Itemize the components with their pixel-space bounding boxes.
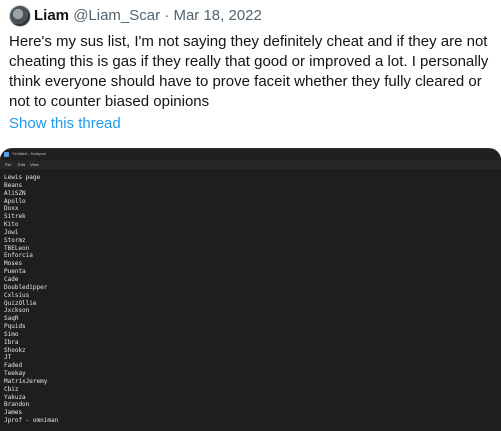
tweet-text: Here's my sus list, I'm not saying they … xyxy=(9,33,489,110)
list-line: Jprof - omniman xyxy=(4,417,59,425)
list-line: Lewis page xyxy=(4,174,41,181)
list-line: Kito xyxy=(4,221,19,229)
list-line: James xyxy=(4,409,23,417)
list-line: Jowi xyxy=(4,228,19,236)
display-name[interactable]: Liam xyxy=(34,7,69,24)
handle[interactable]: @Liam_Scar xyxy=(73,7,160,24)
notepad-window-title: *Untitled - Notepad xyxy=(12,151,46,156)
show-thread-link[interactable]: Show this thread xyxy=(9,115,121,132)
list-line: AliSZN xyxy=(4,189,26,197)
list-line: Teekay xyxy=(4,370,26,378)
list-line: Moses xyxy=(4,260,23,268)
list-line: Stormz xyxy=(4,236,26,244)
list-line: JT xyxy=(4,354,12,362)
list-line: Jxckson xyxy=(4,307,30,315)
separator: · xyxy=(164,7,170,24)
tweet-media-image[interactable]: *Untitled - Notepad File Edit View Lewis… xyxy=(0,148,501,431)
list-line: Enforcia xyxy=(4,252,33,260)
list-line: Doubledipper xyxy=(4,283,48,291)
list-line: Yakuza xyxy=(4,393,26,401)
notepad-text-area[interactable]: Lewis page Beans AliSZN Apollo Doxx Sitr… xyxy=(4,174,58,425)
avatar[interactable] xyxy=(9,5,31,27)
list-line: Sitrek xyxy=(4,213,26,221)
list-line: Brandon xyxy=(4,401,30,409)
list-line: Shookz xyxy=(4,346,26,354)
list-line: Cxlsius xyxy=(4,291,30,299)
list-line: TBELeon xyxy=(4,244,30,252)
notepad-icon xyxy=(4,152,9,157)
list-line: Faded xyxy=(4,362,23,370)
notepad-titlebar: *Untitled - Notepad xyxy=(0,149,501,159)
list-line: Beans xyxy=(4,181,23,189)
list-line: Cade xyxy=(4,275,19,283)
tweet: Liam @Liam_Scar · Mar 18, 2022 Here's my… xyxy=(0,0,501,431)
notepad-menubar xyxy=(0,160,501,169)
tweet-date[interactable]: Mar 18, 2022 xyxy=(173,7,261,24)
list-line: Simo xyxy=(4,330,19,338)
tweet-header: Liam @Liam_Scar · Mar 18, 2022 xyxy=(34,7,262,25)
list-line: Doxx xyxy=(4,205,19,213)
list-line: SaqR xyxy=(4,315,19,323)
list-line: Puenta xyxy=(4,268,26,276)
list-line: Pquids xyxy=(4,323,26,331)
menu-edit[interactable]: Edit xyxy=(18,162,25,167)
list-line: Cbiz xyxy=(4,385,19,393)
list-line: Apollo xyxy=(4,197,26,205)
menu-file[interactable]: File xyxy=(5,162,11,167)
list-line: QuizOllie xyxy=(4,299,37,307)
list-line: MatrixJeremy xyxy=(4,377,48,385)
menu-view[interactable]: View xyxy=(30,162,39,167)
list-line: Ibra xyxy=(4,338,19,346)
